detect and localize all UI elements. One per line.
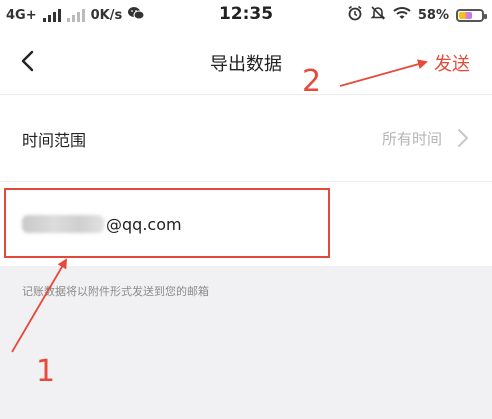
arrow-2	[339, 59, 428, 87]
annotation-arrows	[11, 59, 428, 353]
step-1-label: 1	[36, 354, 56, 389]
step-2-label: 2	[302, 64, 322, 99]
arrow-1	[11, 258, 68, 353]
